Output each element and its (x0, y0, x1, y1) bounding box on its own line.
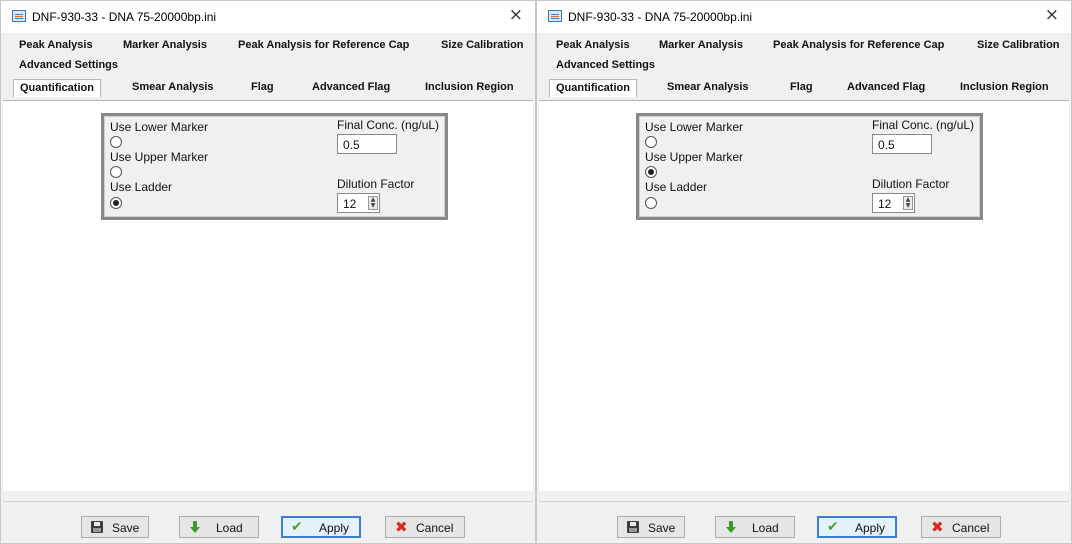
final-conc-input[interactable]: 0.5 (337, 134, 397, 154)
tab-flag[interactable]: Flag (790, 81, 813, 93)
cancel-label: Cancel (952, 521, 990, 535)
title-bar[interactable]: DNF-930-33 - DNA 75-20000bp.ini × (537, 1, 1071, 33)
use-upper-marker-radio[interactable] (110, 166, 122, 178)
load-button[interactable]: Load (179, 516, 259, 538)
load-label: Load (752, 521, 779, 535)
footer-divider (3, 501, 533, 502)
cancel-button[interactable]: ✖ Cancel (921, 516, 1001, 538)
settings-dialog-left: DNF-930-33 - DNA 75-20000bp.ini × Peak A… (0, 0, 536, 544)
use-ladder-label: Use Ladder (645, 180, 708, 194)
window-title: DNF-930-33 - DNA 75-20000bp.ini (568, 10, 753, 24)
final-conc-input[interactable]: 0.5 (872, 134, 932, 154)
close-icon[interactable]: × (1045, 7, 1059, 24)
tab-smear-analysis[interactable]: Smear Analysis (667, 81, 749, 93)
title-bar[interactable]: DNF-930-33 - DNA 75-20000bp.ini × (1, 1, 535, 33)
quantification-panel: Use Lower Marker Use Upper Marker Use La… (636, 113, 983, 220)
cancel-label: Cancel (416, 521, 454, 535)
dilution-factor-spinner[interactable]: 12 ▲ ▼ (337, 193, 380, 213)
tab-marker-analysis[interactable]: Marker Analysis (123, 39, 207, 51)
tab-size-calibration[interactable]: Size Calibration (977, 39, 1060, 51)
dilution-factor-label: Dilution Factor (872, 177, 950, 191)
tab-quantification[interactable]: Quantification (13, 79, 101, 97)
save-label: Save (648, 521, 676, 535)
use-upper-marker-radio[interactable] (645, 166, 657, 178)
tab-quantification[interactable]: Quantification (549, 79, 637, 97)
close-icon[interactable]: × (509, 7, 523, 24)
apply-label: Apply (855, 521, 886, 535)
floppy-disk-icon (627, 521, 639, 533)
use-lower-marker-radio[interactable] (110, 136, 122, 148)
tab-peak-analysis-reference-cap[interactable]: Peak Analysis for Reference Cap (773, 39, 944, 51)
tab-advanced-settings[interactable]: Advanced Settings (19, 59, 118, 71)
use-upper-marker-label: Use Upper Marker (110, 150, 209, 164)
quantification-panel: Use Lower Marker Use Upper Marker Use La… (101, 113, 448, 220)
final-conc-label: Final Conc. (ng/uL) (337, 118, 440, 132)
use-upper-marker-label: Use Upper Marker (645, 150, 744, 164)
dilution-factor-value: 12 (343, 197, 357, 211)
cancel-button[interactable]: ✖ Cancel (385, 516, 465, 538)
checkmark-icon: ✔ (291, 519, 303, 535)
tab-flag[interactable]: Flag (251, 81, 274, 93)
use-ladder-radio[interactable] (110, 197, 122, 209)
red-x-icon: ✖ (931, 518, 944, 536)
tab-peak-analysis[interactable]: Peak Analysis (556, 39, 630, 51)
use-lower-marker-label: Use Lower Marker (645, 120, 744, 134)
final-conc-label: Final Conc. (ng/uL) (872, 118, 975, 132)
apply-label: Apply (319, 521, 350, 535)
tab-inclusion-region[interactable]: Inclusion Region (960, 81, 1049, 93)
tab-size-calibration[interactable]: Size Calibration (441, 39, 524, 51)
app-icon (12, 10, 26, 22)
window-title: DNF-930-33 - DNA 75-20000bp.ini (32, 10, 217, 24)
load-button[interactable]: Load (715, 516, 795, 538)
use-ladder-radio[interactable] (645, 197, 657, 209)
use-lower-marker-radio[interactable] (645, 136, 657, 148)
apply-button[interactable]: ✔ Apply (817, 516, 897, 538)
use-ladder-label: Use Ladder (110, 180, 173, 194)
tab-peak-analysis[interactable]: Peak Analysis (19, 39, 93, 51)
download-arrow-icon (725, 521, 737, 533)
load-label: Load (216, 521, 243, 535)
footer-divider (539, 501, 1069, 502)
use-lower-marker-label: Use Lower Marker (110, 120, 209, 134)
tab-peak-analysis-reference-cap[interactable]: Peak Analysis for Reference Cap (238, 39, 409, 51)
tab-inclusion-region[interactable]: Inclusion Region (425, 81, 514, 93)
dilution-factor-spinner[interactable]: 12 ▲ ▼ (872, 193, 915, 213)
floppy-disk-icon (91, 521, 103, 533)
tab-smear-analysis[interactable]: Smear Analysis (132, 81, 214, 93)
dilution-factor-value: 12 (878, 197, 892, 211)
tab-advanced-flag[interactable]: Advanced Flag (312, 81, 390, 93)
tab-marker-analysis[interactable]: Marker Analysis (659, 39, 743, 51)
download-arrow-icon (189, 521, 201, 533)
save-button[interactable]: Save (617, 516, 685, 538)
settings-dialog-right: DNF-930-33 - DNA 75-20000bp.ini × Peak A… (536, 0, 1072, 544)
dilution-factor-label: Dilution Factor (337, 177, 415, 191)
apply-button[interactable]: ✔ Apply (281, 516, 361, 538)
spinner-arrows-icon[interactable]: ▲ ▼ (903, 196, 913, 210)
spinner-arrows-icon[interactable]: ▲ ▼ (368, 196, 378, 210)
save-label: Save (112, 521, 140, 535)
checkmark-icon: ✔ (827, 519, 839, 535)
red-x-icon: ✖ (395, 518, 408, 536)
tab-advanced-flag[interactable]: Advanced Flag (847, 81, 925, 93)
app-icon (548, 10, 562, 22)
save-button[interactable]: Save (81, 516, 149, 538)
tab-advanced-settings[interactable]: Advanced Settings (556, 59, 655, 71)
